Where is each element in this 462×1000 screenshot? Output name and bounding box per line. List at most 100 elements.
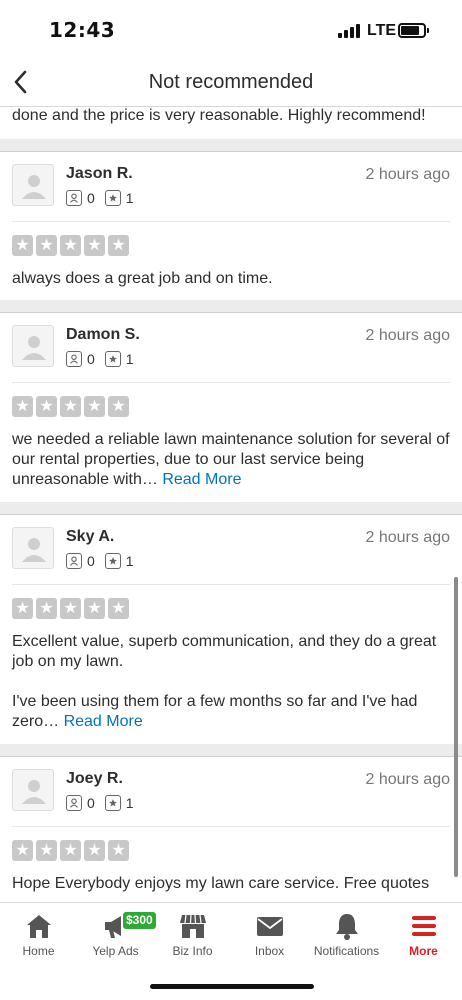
review-header: Sky A. 0 1 2 hours ago	[12, 515, 450, 585]
reviews-count-icon	[104, 190, 121, 206]
reviews-count-icon	[104, 795, 121, 811]
star-icon: ★	[108, 840, 129, 861]
review-body: Excellent value, superb communication, a…	[12, 633, 437, 670]
storefront-icon	[179, 914, 206, 938]
tab-more[interactable]: More	[385, 903, 462, 969]
tab-home[interactable]: Home	[0, 903, 77, 969]
review-body: Hope Everybody enjoys my lawn care servi…	[12, 875, 430, 892]
review-card: Joey R. 0 1 2 hours ago ★ ★ ★ ★ ★ Hope Every…	[0, 756, 462, 902]
review-body-paragraph: I've been using them for a few months so…	[12, 692, 450, 732]
star-rating: ★ ★ ★ ★ ★	[12, 396, 450, 417]
star-icon: ★	[60, 396, 81, 417]
avatar[interactable]	[12, 769, 54, 811]
friends-count: 0	[87, 795, 95, 811]
star-icon: ★	[60, 235, 81, 256]
user-placeholder-icon	[22, 336, 46, 360]
reviewer-stats: 0 1	[66, 350, 144, 368]
reviews-count: 1	[125, 795, 134, 811]
star-icon: ★	[12, 840, 33, 861]
friends-icon	[66, 351, 82, 367]
star-icon: ★	[36, 598, 57, 619]
page-title: Not recommended	[148, 71, 314, 93]
reviewer-stats: 0 1	[66, 189, 144, 207]
star-icon: ★	[36, 396, 57, 417]
reviewer-stats: 0 1	[66, 794, 144, 812]
friends-count: 0	[87, 351, 95, 367]
tab-label: Home	[22, 944, 55, 958]
signal-icon	[338, 24, 362, 38]
star-icon: ★	[36, 235, 57, 256]
home-icon	[26, 915, 51, 938]
star-rating: ★ ★ ★ ★ ★	[12, 235, 450, 256]
network-label: LTE	[367, 22, 397, 39]
review-scroll-area[interactable]: done and the price is very reasonable. H…	[0, 106, 462, 902]
previous-review-text: done and the price is very reasonable. H…	[12, 107, 426, 124]
star-icon: ★	[108, 396, 129, 417]
avatar[interactable]	[12, 527, 54, 569]
review-body: always does a great job and on time.	[12, 270, 273, 287]
review-separator	[0, 502, 462, 514]
tab-biz-info[interactable]: Biz Info	[154, 903, 231, 969]
review-list: Jason R. 0 1 2 hours ago ★ ★ ★ ★ ★ always do…	[0, 139, 462, 902]
envelope-icon	[256, 917, 283, 936]
home-indicator[interactable]	[150, 984, 314, 989]
user-placeholder-icon	[22, 538, 46, 562]
star-icon: ★	[12, 598, 33, 619]
star-icon: ★	[84, 396, 105, 417]
avatar[interactable]	[12, 325, 54, 367]
user-placeholder-icon	[22, 780, 46, 804]
status-bar: 12:43 LTE	[0, 0, 462, 60]
user-placeholder-icon	[22, 175, 46, 199]
menu-icon	[411, 916, 436, 936]
review-timestamp: 2 hours ago	[365, 529, 450, 546]
star-icon: ★	[84, 840, 105, 861]
star-icon: ★	[60, 840, 81, 861]
tab-label: Notifications	[313, 944, 380, 958]
star-icon: ★	[108, 598, 129, 619]
tab-label: More	[409, 944, 438, 958]
bell-icon	[335, 914, 358, 940]
friends-icon	[66, 553, 82, 569]
review-text: Excellent value, superb communication, a…	[12, 632, 450, 744]
review-card: Jason R. 0 1 2 hours ago ★ ★ ★ ★ ★ always do…	[0, 151, 462, 300]
friends-count: 0	[87, 553, 95, 569]
tab-yelp-ads[interactable]: $300 Yelp Ads	[77, 903, 156, 969]
friends-icon	[66, 795, 82, 811]
reviews-count: 1	[125, 190, 134, 206]
tab-label: Inbox	[254, 944, 285, 958]
status-time: 12:43	[49, 18, 116, 42]
review-separator	[0, 139, 462, 151]
friends-count: 0	[87, 190, 95, 206]
read-more-link[interactable]: Read More	[64, 713, 143, 730]
review-timestamp: 2 hours ago	[365, 166, 450, 183]
ad-credit-badge: $300	[123, 912, 156, 929]
tab-notifications[interactable]: Notifications	[308, 903, 385, 969]
review-separator	[0, 744, 462, 756]
reviewer-name[interactable]: Joey R.	[66, 770, 123, 788]
reviewer-name[interactable]: Damon S.	[66, 326, 140, 344]
star-icon: ★	[84, 598, 105, 619]
star-icon: ★	[84, 235, 105, 256]
star-icon: ★	[12, 396, 33, 417]
battery-icon	[398, 23, 429, 38]
scrollbar[interactable]	[454, 577, 458, 877]
review-card: Sky A. 0 1 2 hours ago ★ ★ ★ ★ ★ Excellent v…	[0, 514, 462, 744]
star-icon: ★	[36, 840, 57, 861]
reviews-count: 1	[125, 351, 134, 367]
reviewer-name[interactable]: Jason R.	[66, 165, 133, 183]
nav-header: Not recommended	[0, 60, 462, 106]
review-timestamp: 2 hours ago	[365, 327, 450, 344]
read-more-link[interactable]: Read More	[162, 471, 241, 488]
reviewer-name[interactable]: Sky A.	[66, 528, 114, 546]
tab-inbox[interactable]: Inbox	[231, 903, 308, 969]
reviews-count-icon	[104, 553, 121, 569]
review-card: Damon S. 0 1 2 hours ago ★ ★ ★ ★ ★ we needed…	[0, 312, 462, 502]
reviews-count-icon	[104, 351, 121, 367]
review-header: Jason R. 0 1 2 hours ago	[12, 152, 450, 222]
review-header: Damon S. 0 1 2 hours ago	[12, 313, 450, 383]
reviews-count: 1	[125, 553, 134, 569]
tab-label: Yelp Ads	[92, 944, 139, 958]
star-rating: ★ ★ ★ ★ ★	[12, 840, 450, 861]
star-icon: ★	[60, 598, 81, 619]
avatar[interactable]	[12, 164, 54, 206]
